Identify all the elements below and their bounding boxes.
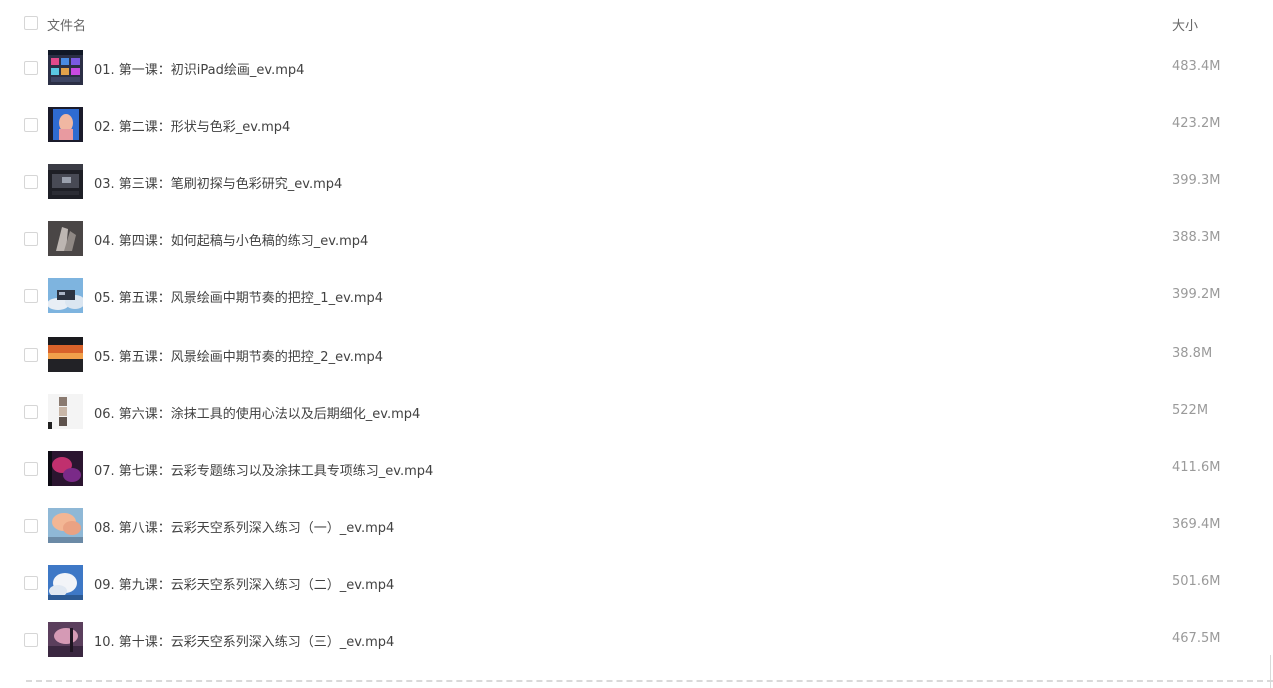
file-size: 38.8M [1172,346,1213,361]
file-size: 423.2M [1172,116,1221,131]
video-thumbnail[interactable] [48,50,83,85]
file-row[interactable]: 05. 第五课：风景绘画中期节奏的把控_2_ev.mp4 38.8M [0,336,1273,393]
file-row[interactable]: 08. 第八课：云彩天空系列深入练习（一）_ev.mp4 369.4M [0,507,1273,564]
video-thumbnail[interactable] [48,107,83,142]
file-row[interactable]: 01. 第一课：初识iPad绘画_ev.mp4 483.4M [0,49,1273,106]
file-size: 388.3M [1172,230,1221,245]
video-thumbnail[interactable] [48,451,83,486]
file-name[interactable]: 10. 第十课：云彩天空系列深入练习（三）_ev.mp4 [94,631,394,650]
drop-zone-edge [1270,655,1271,688]
file-row[interactable]: 04. 第四课：如何起稿与小色稿的练习_ev.mp4 388.3M [0,220,1273,277]
file-row[interactable]: 03. 第三课：笔刷初探与色彩研究_ev.mp4 399.3M [0,163,1273,220]
file-size: 369.4M [1172,517,1221,532]
video-thumbnail[interactable] [48,337,83,372]
file-row[interactable]: 07. 第七课：云彩专题练习以及涂抹工具专项练习_ev.mp4 411.6M [0,450,1273,507]
file-checkbox[interactable] [24,175,38,189]
file-name[interactable]: 04. 第四课：如何起稿与小色稿的练习_ev.mp4 [94,230,368,249]
file-size: 399.2M [1172,287,1221,302]
file-name[interactable]: 07. 第七课：云彩专题练习以及涂抹工具专项练习_ev.mp4 [94,460,433,479]
file-checkbox[interactable] [24,519,38,533]
file-size: 399.3M [1172,173,1221,188]
video-thumbnail[interactable] [48,508,83,543]
drop-zone-border [26,680,1273,682]
file-name[interactable]: 03. 第三课：笔刷初探与色彩研究_ev.mp4 [94,173,342,192]
file-name[interactable]: 06. 第六课：涂抹工具的使用心法以及后期细化_ev.mp4 [94,403,420,422]
file-size: 411.6M [1172,460,1221,475]
file-row[interactable]: 10. 第十课：云彩天空系列深入练习（三）_ev.mp4 467.5M [0,621,1273,678]
file-name[interactable]: 01. 第一课：初识iPad绘画_ev.mp4 [94,59,304,78]
file-checkbox[interactable] [24,61,38,75]
file-checkbox[interactable] [24,348,38,362]
file-row[interactable]: 02. 第二课：形状与色彩_ev.mp4 423.2M [0,106,1273,163]
select-all-checkbox[interactable] [24,16,38,30]
file-row[interactable]: 06. 第六课：涂抹工具的使用心法以及后期细化_ev.mp4 522M [0,393,1273,450]
file-size: 522M [1172,403,1209,418]
video-thumbnail[interactable] [48,221,83,256]
file-name[interactable]: 05. 第五课：风景绘画中期节奏的把控_2_ev.mp4 [94,346,383,365]
file-checkbox[interactable] [24,289,38,303]
column-header-size[interactable]: 大小 [1172,15,1198,34]
file-list-page: 文件名 大小 01. 第一课：初识iPad绘画_ev.mp4 483.4M 02… [0,0,1273,688]
column-header-name[interactable]: 文件名 [47,15,86,34]
video-thumbnail[interactable] [48,394,83,429]
file-list-header: 文件名 大小 [0,0,1273,47]
file-checkbox[interactable] [24,576,38,590]
video-thumbnail[interactable] [48,164,83,199]
file-checkbox[interactable] [24,462,38,476]
video-thumbnail[interactable] [48,622,83,657]
video-thumbnail[interactable] [48,565,83,600]
file-name[interactable]: 08. 第八课：云彩天空系列深入练习（一）_ev.mp4 [94,517,394,536]
file-checkbox[interactable] [24,118,38,132]
file-row[interactable]: 05. 第五课：风景绘画中期节奏的把控_1_ev.mp4 399.2M [0,277,1273,334]
file-size: 467.5M [1172,631,1221,646]
file-checkbox[interactable] [24,232,38,246]
file-checkbox[interactable] [24,633,38,647]
file-name[interactable]: 09. 第九课：云彩天空系列深入练习（二）_ev.mp4 [94,574,394,593]
video-thumbnail[interactable] [48,278,83,313]
file-name[interactable]: 02. 第二课：形状与色彩_ev.mp4 [94,116,290,135]
file-row[interactable]: 09. 第九课：云彩天空系列深入练习（二）_ev.mp4 501.6M [0,564,1273,621]
file-size: 483.4M [1172,59,1221,74]
file-checkbox[interactable] [24,405,38,419]
file-name[interactable]: 05. 第五课：风景绘画中期节奏的把控_1_ev.mp4 [94,287,383,306]
file-size: 501.6M [1172,574,1221,589]
